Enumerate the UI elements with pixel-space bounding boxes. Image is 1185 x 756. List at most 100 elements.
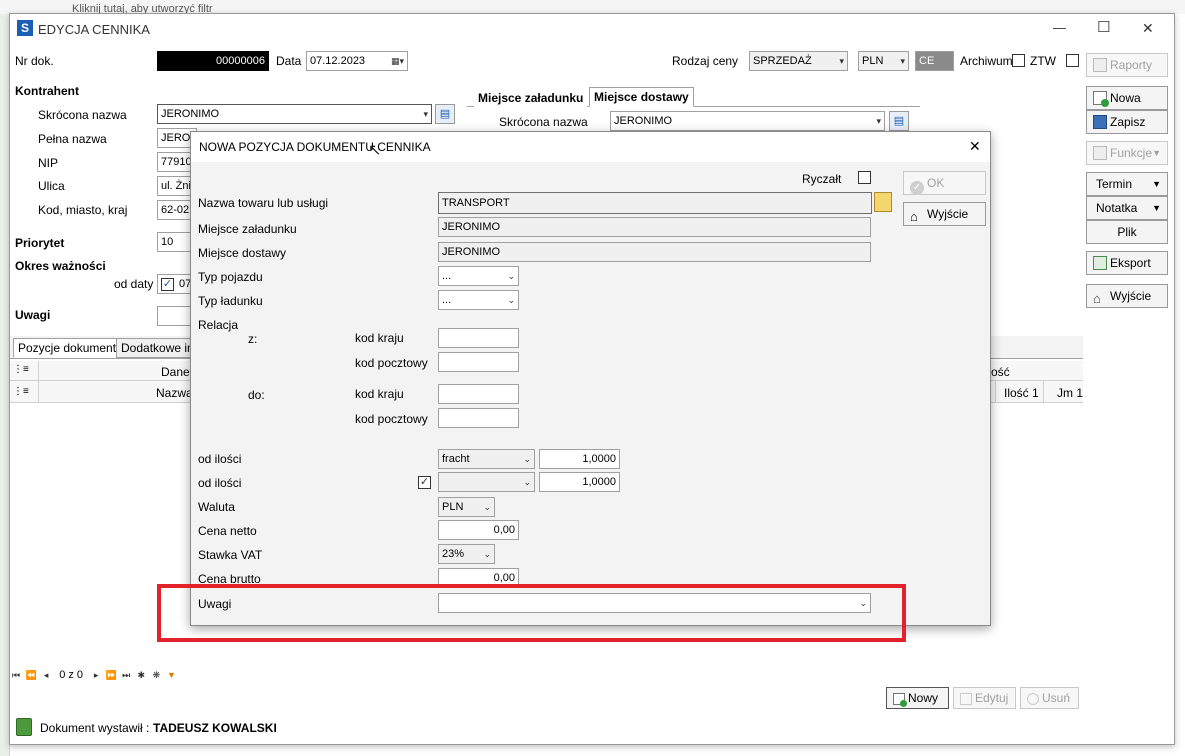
ce-field[interactable]: CE	[915, 51, 954, 71]
do-kodpocz-field[interactable]	[438, 408, 519, 428]
home-icon: ⌂	[910, 209, 918, 224]
z-kodkraju-field[interactable]	[438, 328, 519, 348]
ztw-checkbox[interactable]	[1066, 54, 1079, 67]
odilosci1-select[interactable]: fracht ⌄	[438, 449, 535, 469]
book-icon[interactable]: ▤	[889, 111, 909, 131]
netto-label: Cena netto	[198, 524, 257, 538]
dialog-wyjscie-label: Wyjście	[927, 207, 969, 221]
data-label: Data	[276, 54, 302, 68]
do-label: do:	[248, 388, 265, 402]
odilosci2-select[interactable]: ⌄	[438, 472, 535, 492]
zaladunek-label: Miejsce załadunku	[198, 222, 297, 236]
typlad-select[interactable]: ... ⌄	[438, 290, 519, 310]
rodzaj-select[interactable]: SPRZEDAŻ ▾	[749, 51, 848, 71]
book-icon[interactable]: ▤	[435, 104, 455, 124]
wyjscie-main-label: Wyjście	[1110, 289, 1152, 303]
new-document-icon	[1093, 91, 1109, 107]
ryczalt-checkbox[interactable]	[858, 171, 871, 184]
pager: ⏮ ⏪ ◂ 0 z 0 ▸ ⏩ ⏭ ✱ ❋ ▼	[10, 665, 200, 685]
skrocona-value: JERONIMO	[161, 108, 220, 120]
nrdok-field[interactable]: 00000006	[157, 51, 269, 71]
oddaty-checkbox[interactable]: ✓	[161, 278, 174, 291]
filter-icon[interactable]: ▼	[165, 665, 177, 685]
netto-field[interactable]: 0,00	[438, 520, 519, 540]
typpoj-value: ...	[442, 270, 452, 282]
eksport-button[interactable]: Eksport	[1086, 251, 1168, 275]
grid-row-menu-icon[interactable]: ⋮≡	[13, 386, 29, 397]
z-kodpocz-field[interactable]	[438, 352, 519, 372]
priorytet-label: Priorytet	[15, 236, 65, 250]
typpoj-label: Typ pojazdu	[198, 270, 263, 284]
raporty-button[interactable]: Raporty	[1086, 53, 1168, 77]
waluta-value: PLN	[442, 501, 464, 513]
nowa-label: Nowa	[1110, 91, 1141, 105]
currency-select[interactable]: PLN ▾	[858, 51, 909, 71]
okres-label: Okres ważności	[15, 259, 106, 273]
add-record-icon[interactable]: ✱	[135, 665, 147, 685]
nazwa-field[interactable]: TRANSPORT	[438, 192, 872, 214]
folder-icon[interactable]	[874, 192, 892, 212]
z-kodpocz-label: kod pocztowy	[355, 356, 428, 370]
usun-button[interactable]: Usuń	[1020, 687, 1079, 709]
zaladunek-field[interactable]: JERONIMO	[438, 217, 871, 237]
chevron-down-icon: ⌄	[483, 502, 491, 512]
maximize-button[interactable]: ☐	[1097, 18, 1110, 36]
ryczalt-label: Ryczałt	[802, 172, 842, 186]
first-page-icon[interactable]: ⏮	[10, 665, 22, 685]
odilosci2-value[interactable]: 1,0000	[539, 472, 620, 492]
next-page-icon[interactable]: ▸	[90, 665, 102, 685]
do-kodkraju-field[interactable]	[438, 384, 519, 404]
add-many-icon[interactable]: ❋	[150, 665, 162, 685]
grid-col-jm[interactable]: Jm 1	[1057, 386, 1083, 400]
close-button[interactable]: ✕	[1142, 20, 1154, 37]
status-label: Dokument wystawił :	[40, 721, 150, 735]
odilosci2-label: od ilości	[198, 476, 242, 490]
ok-button[interactable]: ✓ OK	[903, 171, 986, 195]
kod-label: Kod, miasto, kraj	[38, 203, 128, 217]
skrocona-select[interactable]: JERONIMO ▾	[157, 104, 432, 124]
grid-row-menu-icon[interactable]: ⋮≡	[13, 364, 29, 375]
mouse-cursor-icon: ↖	[368, 142, 382, 159]
dialog-close-button[interactable]: ✕	[969, 138, 981, 155]
funkcje-button[interactable]: Funkcje ▼	[1086, 141, 1168, 165]
typpoj-select[interactable]: ... ⌄	[438, 266, 519, 286]
next-page-fast-icon[interactable]: ⏩	[105, 665, 117, 685]
vat-select[interactable]: 23% ⌄	[438, 544, 495, 564]
typlad-label: Typ ładunku	[198, 294, 263, 308]
edytuj-button[interactable]: Edytuj	[953, 687, 1016, 709]
archiwum-checkbox[interactable]	[1012, 54, 1025, 67]
tab-pozycje-dokumentu[interactable]: Pozycje dokumentu	[13, 338, 128, 358]
waluta-select[interactable]: PLN ⌄	[438, 497, 495, 517]
export-icon	[1093, 256, 1107, 270]
chevron-down-icon: ⌄	[483, 549, 491, 559]
termin-button[interactable]: Termin ▼	[1086, 172, 1168, 196]
tab-dodatkowe[interactable]: Dodatkowe inf	[116, 338, 202, 358]
typlad-value: ...	[442, 294, 452, 306]
notatka-button[interactable]: Notatka ▼	[1086, 196, 1168, 220]
grid-col-ilosc[interactable]: Ilość 1	[1004, 386, 1039, 400]
relacja-label: Relacja	[198, 318, 239, 332]
nowy-label: Nowy	[908, 691, 939, 705]
tab-miejsce-zaladunku[interactable]: Miejsce załadunku	[474, 89, 588, 109]
data-field[interactable]: 07.12.2023 ▦▾	[306, 51, 408, 71]
tab-miejsce-dostawy[interactable]: Miejsce dostawy	[589, 87, 694, 107]
highlight-box	[157, 584, 906, 642]
grid-col-nazwa[interactable]: Nazwa	[156, 386, 193, 400]
dialog-wyjscie-button[interactable]: ⌂ Wyjście	[903, 202, 986, 226]
prev-page-fast-icon[interactable]: ⏪	[25, 665, 37, 685]
calendar-icon[interactable]: ▦▾	[391, 52, 404, 70]
plik-button[interactable]: Plik	[1086, 220, 1168, 244]
odilosci1-value[interactable]: 1,0000	[539, 449, 620, 469]
last-page-icon[interactable]: ⏭	[120, 665, 132, 685]
odilosci2-checkbox[interactable]: ✓	[418, 476, 431, 489]
wyjscie-main-button[interactable]: ⌂ Wyjście	[1086, 284, 1168, 308]
zapisz-button[interactable]: Zapisz	[1086, 110, 1168, 134]
prev-page-icon[interactable]: ◂	[40, 665, 52, 685]
miejsce-skrocona-select[interactable]: JERONIMO ▾	[610, 111, 885, 131]
dostawy-field[interactable]: JERONIMO	[438, 242, 871, 262]
z-label: z:	[248, 332, 258, 346]
report-icon	[1093, 58, 1107, 72]
nowy-button[interactable]: Nowy	[886, 687, 949, 709]
nowa-button[interactable]: Nowa	[1086, 86, 1168, 110]
minimize-button[interactable]: —	[1053, 20, 1066, 35]
